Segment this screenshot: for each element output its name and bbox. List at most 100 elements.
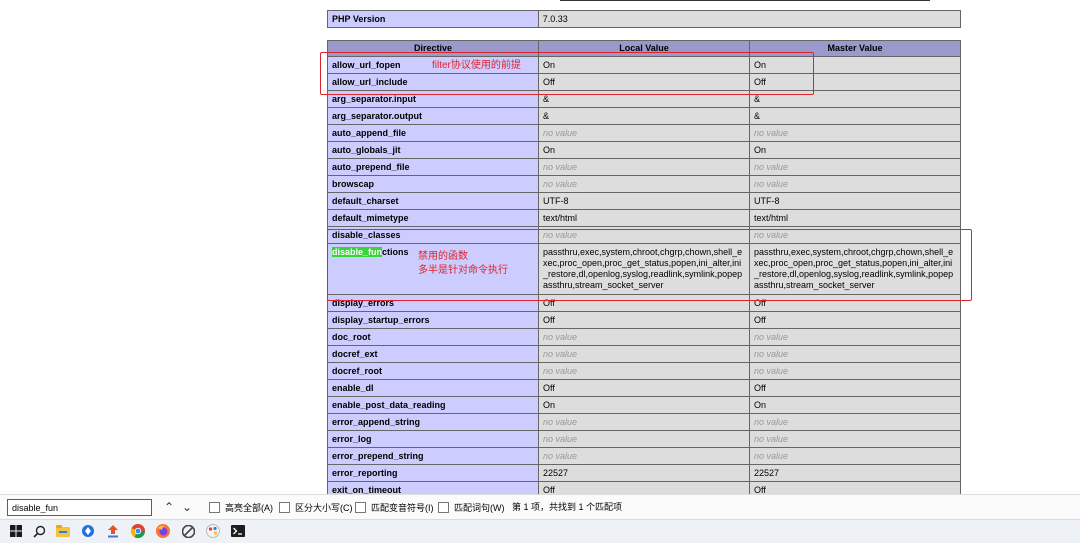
master-value: Off: [749, 379, 961, 397]
table-row: allow_url_include Off Off: [327, 73, 961, 91]
local-value: passthru,exec,system,chroot,chgrp,chown,…: [538, 243, 750, 295]
local-value: UTF-8: [538, 192, 750, 210]
table-row: error_reporting 22527 22527: [327, 464, 961, 482]
php-version-label: PHP Version: [327, 10, 539, 28]
table-row: allow_url_fopen On On: [327, 56, 961, 74]
directive-name: auto_append_file: [327, 124, 539, 142]
whole-words-checkbox[interactable]: 匹配词句(W): [438, 500, 505, 515]
local-value: no value: [538, 430, 750, 448]
master-value: On: [749, 396, 961, 414]
directive-name: allow_url_include: [327, 73, 539, 91]
table-row: display_startup_errors Off Off: [327, 311, 961, 329]
master-value: 22527: [749, 464, 961, 482]
directive-name: docref_root: [327, 362, 539, 380]
master-value: Off: [749, 294, 961, 312]
local-value: no value: [538, 362, 750, 380]
php-version-value: 7.0.33: [537, 10, 962, 28]
chrome-icon[interactable]: [130, 523, 146, 539]
table-row: display_errors Off Off: [327, 294, 961, 312]
find-input[interactable]: [7, 499, 152, 516]
local-value: no value: [538, 345, 750, 363]
column-header-local-value: Local Value: [538, 40, 750, 57]
local-value: On: [538, 396, 750, 414]
directive-name: error_append_string: [327, 413, 539, 431]
directive-name: disable_classes: [327, 226, 539, 244]
app-upload-icon[interactable]: [105, 523, 121, 539]
search-icon[interactable]: [31, 523, 47, 539]
highlight-all-checkbox[interactable]: 高亮全部(A): [209, 500, 273, 515]
master-value: &: [749, 107, 961, 125]
directive-name: docref_ext: [327, 345, 539, 363]
table-row: arg_separator.input & &: [327, 90, 961, 108]
master-value: no value: [749, 413, 961, 431]
local-value: no value: [538, 158, 750, 176]
master-value: On: [749, 141, 961, 159]
local-value: Off: [538, 379, 750, 397]
table-row: doc_root no value no value: [327, 328, 961, 346]
directive-name: auto_prepend_file: [327, 158, 539, 176]
directive-name: enable_dl: [327, 379, 539, 397]
app-gray-icon[interactable]: [180, 523, 196, 539]
directive-name: auto_globals_jit: [327, 141, 539, 159]
directive-name: default_mimetype: [327, 209, 539, 227]
page-top-divider: [560, 0, 930, 1]
windows-start-icon[interactable]: [8, 523, 24, 539]
annotation-disable-note-1: 禁用的函数: [418, 251, 468, 262]
table-row: error_prepend_string no value no value: [327, 447, 961, 465]
master-value: no value: [749, 328, 961, 346]
local-value: 22527: [538, 464, 750, 482]
master-value: UTF-8: [749, 192, 961, 210]
column-header-directive: Directive: [327, 40, 539, 57]
annotation-filter-note: filter协议使用的前提: [432, 60, 521, 71]
master-value: no value: [749, 447, 961, 465]
directive-name: error_prepend_string: [327, 447, 539, 465]
php-version-table: PHP Version 7.0.33: [327, 10, 962, 28]
directive-name-rest: ctions: [382, 247, 409, 257]
local-value: &: [538, 107, 750, 125]
table-header-row: Directive Local Value Master Value: [327, 40, 961, 57]
master-value: no value: [749, 345, 961, 363]
table-row: enable_dl Off Off: [327, 379, 961, 397]
find-next-button[interactable]: ⌄: [179, 499, 195, 516]
table-row: default_charset UTF-8 UTF-8: [327, 192, 961, 210]
local-value: no value: [538, 413, 750, 431]
match-case-checkbox[interactable]: 区分大小写(C): [279, 500, 353, 515]
table-row: PHP Version 7.0.33: [327, 10, 962, 28]
match-diacritics-checkbox[interactable]: 匹配变音符号(I): [355, 500, 434, 515]
table-row: error_log no value no value: [327, 430, 961, 448]
chevron-up-icon: ⌃: [163, 500, 175, 514]
app-paint-icon[interactable]: [205, 523, 221, 539]
local-value: no value: [538, 226, 750, 244]
find-previous-button[interactable]: ⌃: [161, 499, 177, 516]
find-bar: ⌃ ⌄ 高亮全部(A) 区分大小写(C) 匹配变音符号(I) 匹配词句(W) 第…: [0, 494, 1080, 519]
firefox-icon[interactable]: [155, 523, 171, 539]
directive-name: error_reporting: [327, 464, 539, 482]
table-row: default_mimetype text/html text/html: [327, 209, 961, 227]
directive-name: doc_root: [327, 328, 539, 346]
table-row: disable_classes no value no value: [327, 226, 961, 244]
master-value: no value: [749, 175, 961, 193]
table-row: auto_append_file no value no value: [327, 124, 961, 142]
chevron-down-icon: ⌄: [181, 500, 193, 514]
file-explorer-icon[interactable]: [55, 523, 71, 539]
local-value: text/html: [538, 209, 750, 227]
column-header-master-value: Master Value: [749, 40, 961, 57]
master-value: no value: [749, 158, 961, 176]
local-value: no value: [538, 447, 750, 465]
master-value: no value: [749, 430, 961, 448]
find-status: 第 1 项，共找到 1 个匹配项: [512, 502, 623, 512]
local-value: no value: [538, 175, 750, 193]
master-value: no value: [749, 362, 961, 380]
terminal-icon[interactable]: [230, 523, 246, 539]
directive-name: display_startup_errors: [327, 311, 539, 329]
table-row: auto_prepend_file no value no value: [327, 158, 961, 176]
directive-name: arg_separator.input: [327, 90, 539, 108]
master-value: On: [749, 56, 961, 74]
find-match-highlight: disable_fun: [332, 247, 383, 257]
app-blue-icon[interactable]: [80, 523, 96, 539]
table-row: error_append_string no value no value: [327, 413, 961, 431]
master-value: &: [749, 90, 961, 108]
local-value: Off: [538, 311, 750, 329]
master-value: passthru,exec,system,chroot,chgrp,chown,…: [749, 243, 961, 295]
directive-name: arg_separator.output: [327, 107, 539, 125]
